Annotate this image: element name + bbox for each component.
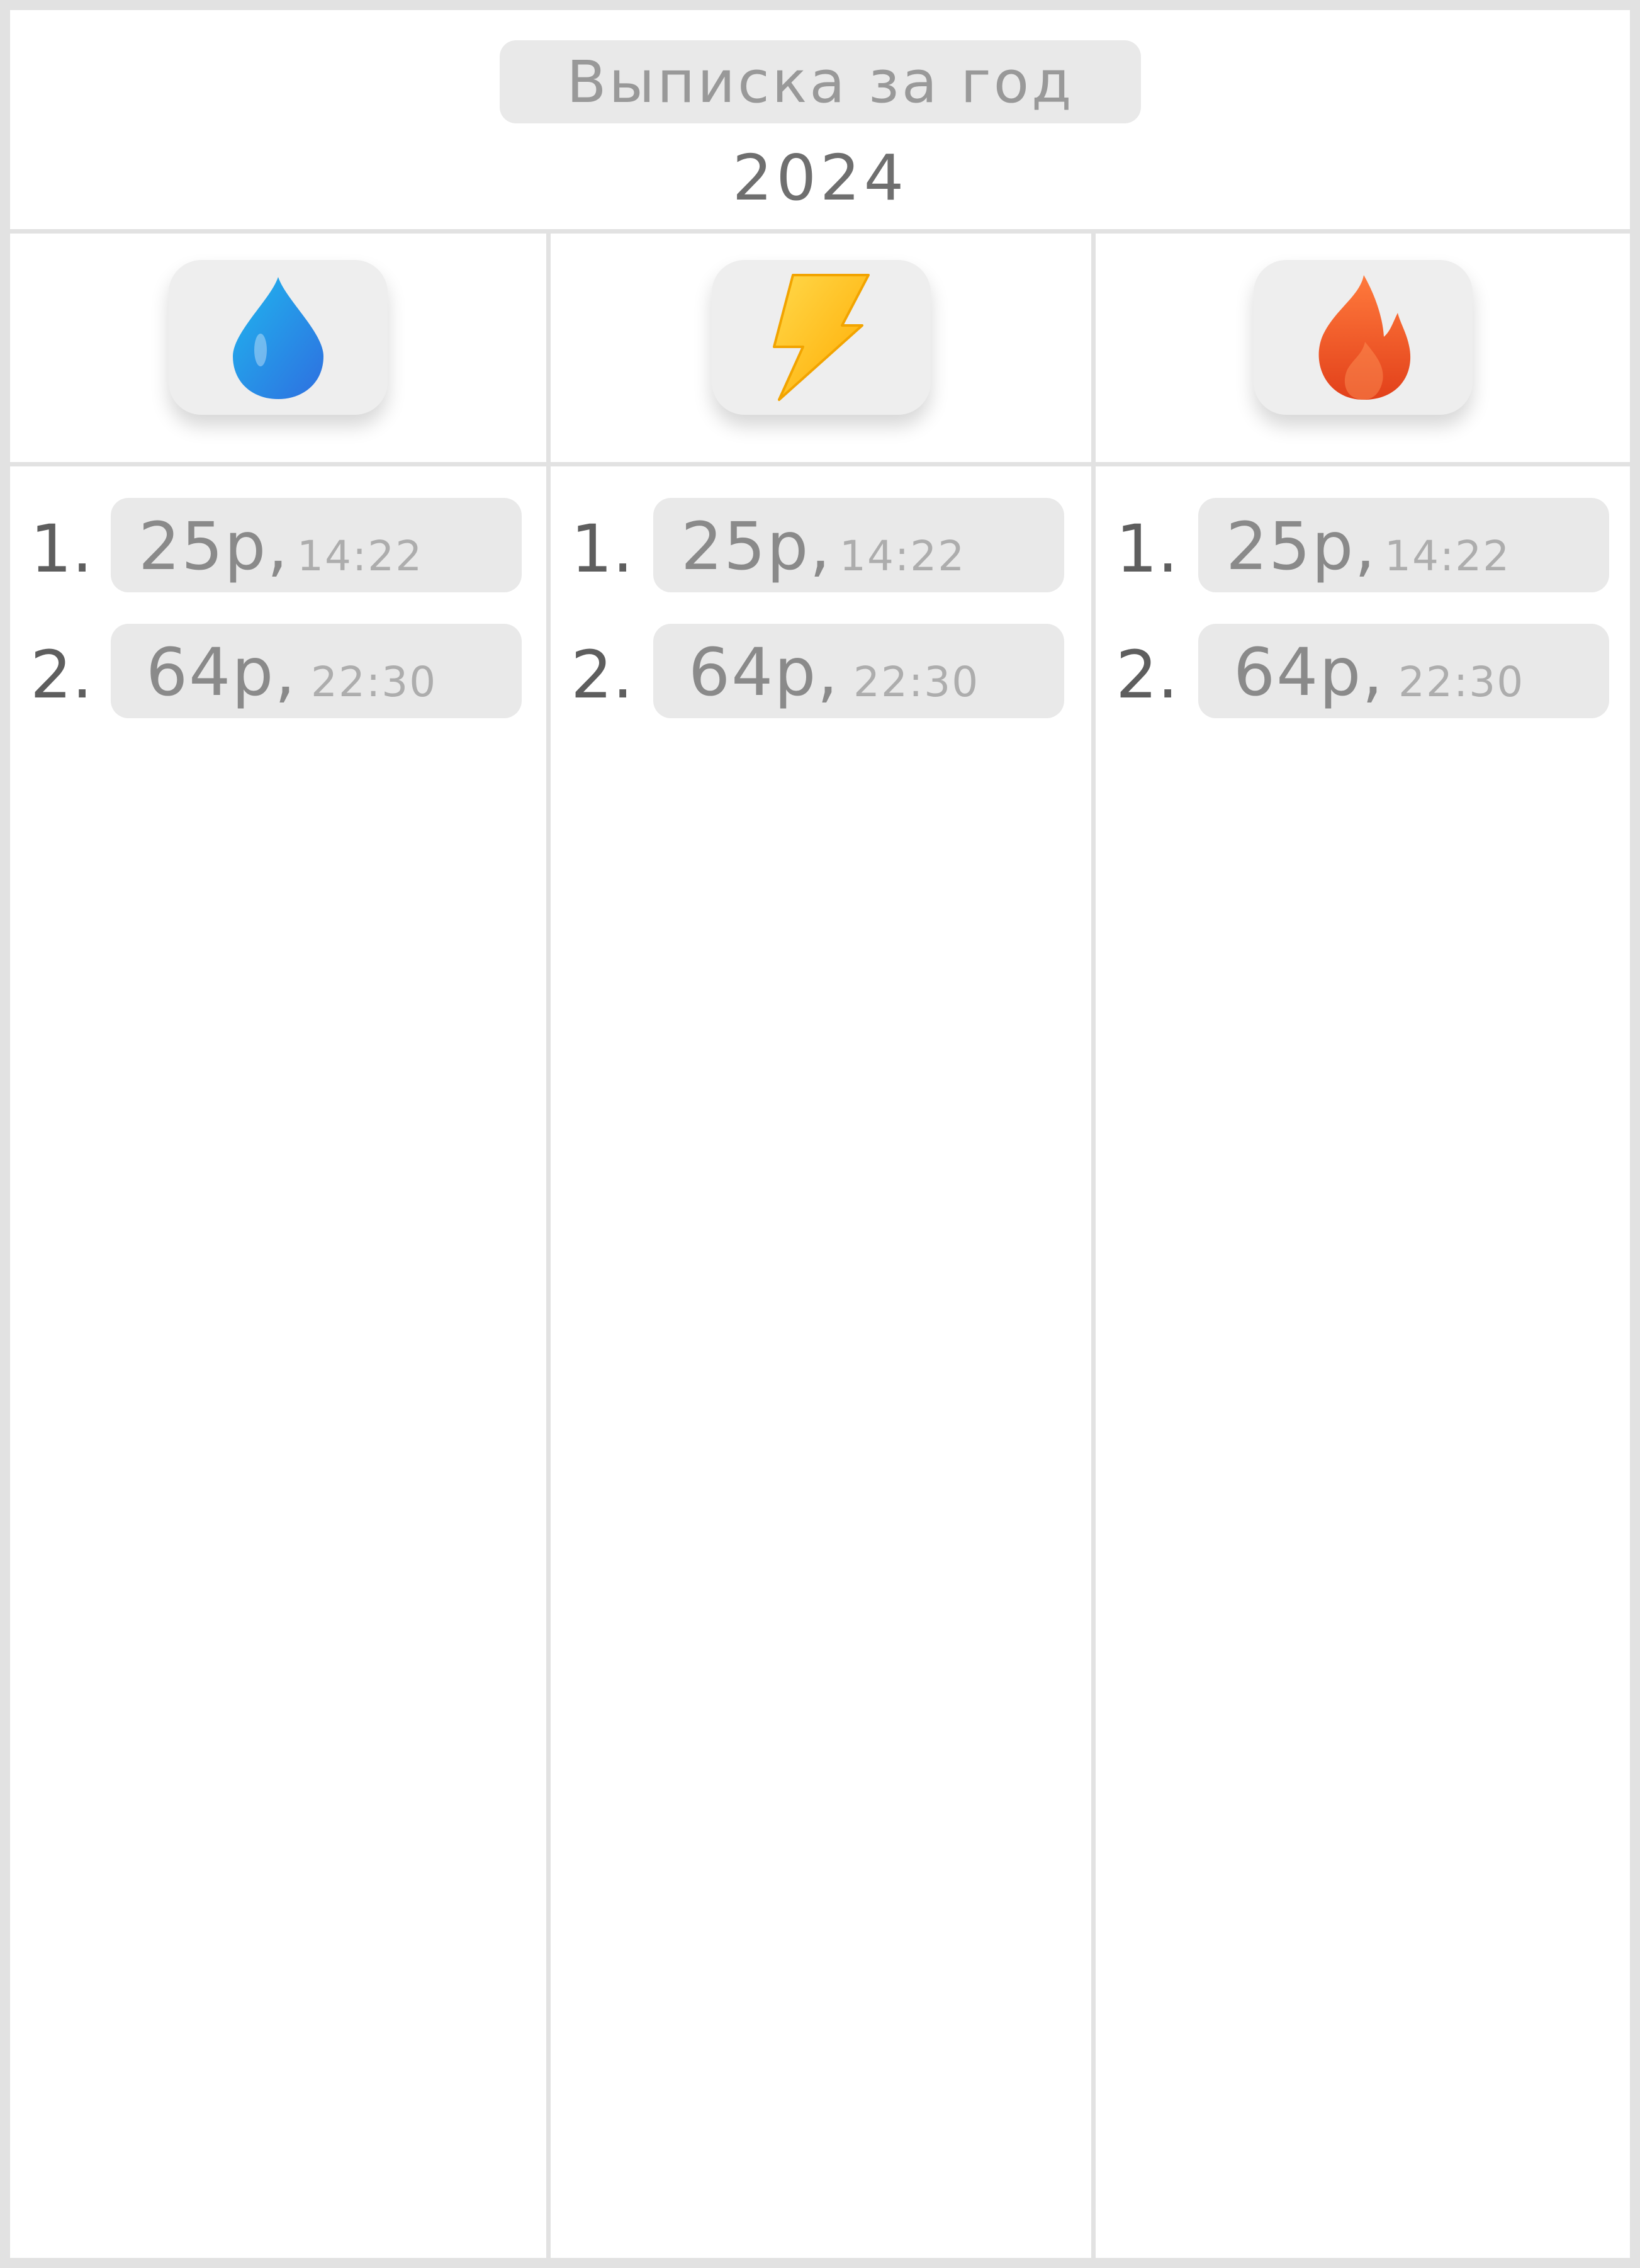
lightning-icon [772,274,870,401]
payment-entry[interactable]: 25р, 14:22 [653,498,1064,592]
list-item: 2. 64р, 22:30 [10,624,546,718]
list-item: 1. 25р, 14:22 [1096,498,1630,592]
column-divider [546,234,551,2258]
entry-index: 1. [571,511,634,587]
column-divider [1091,234,1096,2258]
payment-entry[interactable]: 25р, 14:22 [111,498,522,592]
column-header [10,234,546,466]
entry-amount: 25р, [1226,508,1377,585]
entry-amount: 64р, [688,634,840,711]
entry-index: 2. [1116,636,1179,713]
payment-entry[interactable]: 64р, 22:30 [1198,624,1609,718]
entry-index: 1. [30,511,93,587]
water-drop-icon [233,277,323,399]
water-category-button[interactable] [169,260,388,415]
list-item: 1. 25р, 14:22 [10,498,546,592]
entry-time: 22:30 [311,658,437,706]
entry-index: 1. [1116,511,1179,587]
payment-entry[interactable]: 64р, 22:30 [111,624,522,718]
fire-icon [1318,275,1410,400]
entry-amount: 64р, [146,634,297,711]
entry-index: 2. [571,636,634,713]
entry-amount: 64р, [1233,634,1384,711]
entry-index: 2. [30,636,93,713]
column-header [1096,234,1630,466]
electricity-category-button[interactable] [711,260,931,415]
list-item: 1. 25р, 14:22 [551,498,1091,592]
statement-card: Выписка за год 2024 1. 25р, 14:22 2. 64р… [10,10,1630,2258]
list-item: 2. 64р, 22:30 [551,624,1091,718]
entry-time: 22:30 [853,658,980,706]
payment-entry[interactable]: 25р, 14:22 [1198,498,1609,592]
column-water: 1. 25р, 14:22 2. 64р, 22:30 [10,234,546,2258]
page-title: Выписка за год [500,40,1141,123]
entry-time: 22:30 [1398,658,1525,706]
entry-amount: 25р, [138,508,289,585]
header: Выписка за год 2024 [10,10,1630,234]
year-label[interactable]: 2024 [10,141,1630,215]
entry-time: 14:22 [297,532,424,580]
column-header [551,234,1091,466]
payment-entry[interactable]: 64р, 22:30 [653,624,1064,718]
column-electricity: 1. 25р, 14:22 2. 64р, 22:30 [551,234,1091,2258]
list-item: 2. 64р, 22:30 [1096,624,1630,718]
entry-time: 14:22 [1384,532,1511,580]
entry-time: 14:22 [840,532,966,580]
gas-category-button[interactable] [1253,260,1473,415]
entry-amount: 25р, [681,508,832,585]
column-gas: 1. 25р, 14:22 2. 64р, 22:30 [1096,234,1630,2258]
